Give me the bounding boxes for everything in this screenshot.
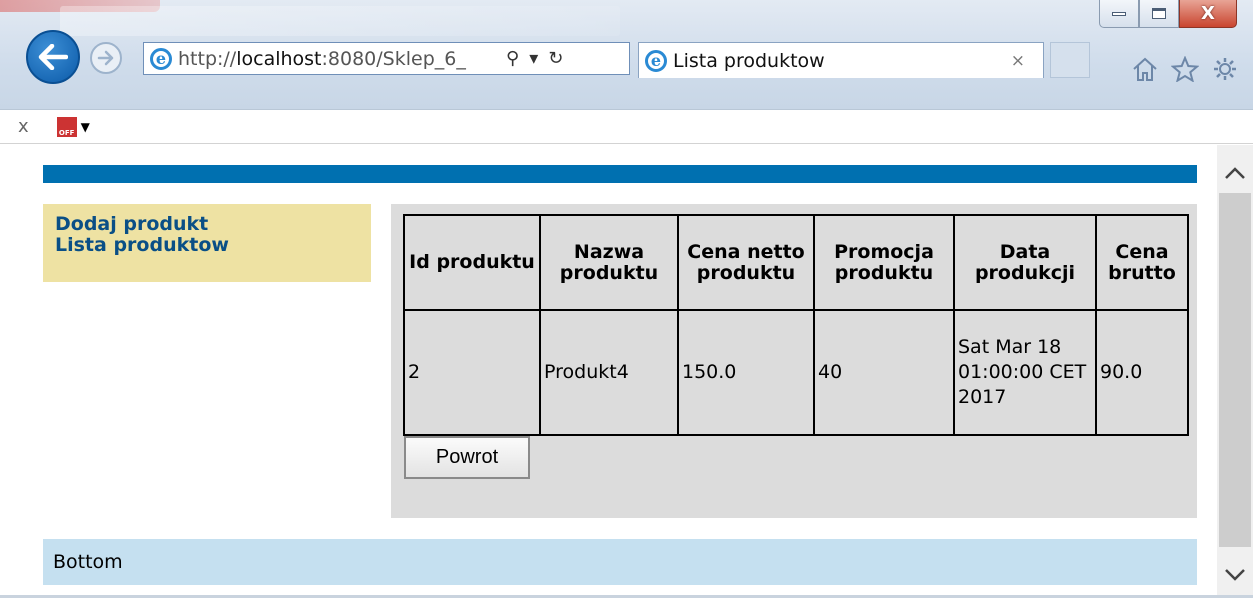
- scroll-up-icon[interactable]: [1217, 153, 1253, 193]
- tab-title: Lista produktow: [673, 49, 825, 72]
- header-promocja: Promocja produktu: [813, 214, 955, 311]
- browser-title-bar: X e http://localhost:8080/Sklep_6_ ⚲ ▾ ↻…: [0, 0, 1253, 110]
- dropdown-icon[interactable]: ▾: [529, 48, 538, 69]
- page-footer: Bottom: [43, 539, 1197, 585]
- maximize-button[interactable]: [1139, 0, 1179, 28]
- new-tab-button[interactable]: [1050, 42, 1090, 78]
- refresh-icon[interactable]: ↻: [548, 48, 563, 69]
- chevron-down-icon: ▼: [80, 119, 90, 134]
- extension-dropdown[interactable]: OFF ▼: [56, 116, 90, 137]
- chevron-up-icon: [1225, 167, 1245, 179]
- minimize-icon: [1112, 11, 1126, 16]
- browser-tools: [1131, 56, 1239, 82]
- table-header-row: Id produktu Nazwa produktu Cena netto pr…: [403, 214, 1189, 311]
- vertical-scrollbar[interactable]: [1217, 145, 1253, 595]
- cell-data-produkcji: Sat Mar 18 01:00:00 CET 2017: [953, 309, 1097, 436]
- home-icon[interactable]: [1131, 56, 1159, 82]
- search-icon[interactable]: ⚲: [506, 48, 519, 69]
- url-text[interactable]: http://localhost:8080/Sklep_6_: [178, 48, 498, 70]
- tab-close-icon[interactable]: ×: [1011, 51, 1025, 71]
- scroll-down-icon[interactable]: [1217, 555, 1253, 595]
- back-button[interactable]: [26, 30, 80, 84]
- scrollbar-thumb[interactable]: [1219, 193, 1251, 547]
- menu-link-dodaj-produkt[interactable]: Dodaj produkt: [55, 214, 359, 235]
- side-menu: Dodaj produkt Lista produktow: [43, 204, 371, 282]
- close-commandbar-icon[interactable]: x: [18, 116, 29, 137]
- url-prefix: http://: [178, 47, 237, 70]
- url-host: localhost: [236, 47, 322, 70]
- close-window-button[interactable]: X: [1179, 0, 1237, 28]
- cell-nazwa: Produkt4: [539, 309, 679, 436]
- products-table: Id produktu Nazwa produktu Cena netto pr…: [403, 214, 1189, 436]
- forward-arrow-icon: [97, 50, 114, 66]
- main-content: Id produktu Nazwa produktu Cena netto pr…: [391, 204, 1197, 518]
- settings-gear-icon[interactable]: [1211, 56, 1239, 82]
- header-nazwa: Nazwa produktu: [539, 214, 679, 311]
- command-bar: x OFF ▼: [0, 110, 1253, 144]
- ie-tab-icon: e: [645, 49, 667, 72]
- address-bar[interactable]: e http://localhost:8080/Sklep_6_ ⚲ ▾ ↻: [143, 42, 630, 75]
- favorites-star-icon[interactable]: [1171, 56, 1199, 82]
- cell-cena-netto: 150.0: [677, 309, 815, 436]
- minimize-button[interactable]: [1099, 0, 1139, 28]
- header-id: Id produktu: [403, 214, 541, 311]
- header-cena-brutto: Cena brutto: [1095, 214, 1189, 311]
- maximize-icon: [1152, 8, 1166, 19]
- background-window-toolbar: [60, 6, 620, 36]
- extension-off-icon: OFF: [56, 116, 77, 137]
- ie-page-icon: e: [150, 47, 172, 70]
- table-row: 2 Produkt4 150.0 40 Sat Mar 18 01:00:00 …: [403, 309, 1189, 436]
- page-header-bar: [43, 165, 1197, 183]
- cell-cena-brutto: 90.0: [1095, 309, 1189, 436]
- chevron-down-icon: [1225, 569, 1245, 581]
- powrot-button[interactable]: Powrot: [404, 436, 530, 479]
- back-arrow-icon: [38, 44, 68, 70]
- forward-button[interactable]: [90, 42, 122, 74]
- header-cena-netto: Cena netto produktu: [677, 214, 815, 311]
- menu-link-lista-produktow[interactable]: Lista produktow: [55, 235, 359, 256]
- url-rest: :8080/Sklep_6_: [321, 47, 466, 70]
- cell-id: 2: [403, 309, 541, 436]
- tab-lista-produktow[interactable]: e Lista produktow ×: [638, 42, 1044, 78]
- header-data-produkcji: Data produkcji: [953, 214, 1097, 311]
- cell-promocja: 40: [813, 309, 955, 436]
- window-controls: X: [1099, 0, 1237, 28]
- close-icon: X: [1201, 3, 1215, 24]
- page-viewport: Dodaj produkt Lista produktow Id produkt…: [0, 145, 1217, 595]
